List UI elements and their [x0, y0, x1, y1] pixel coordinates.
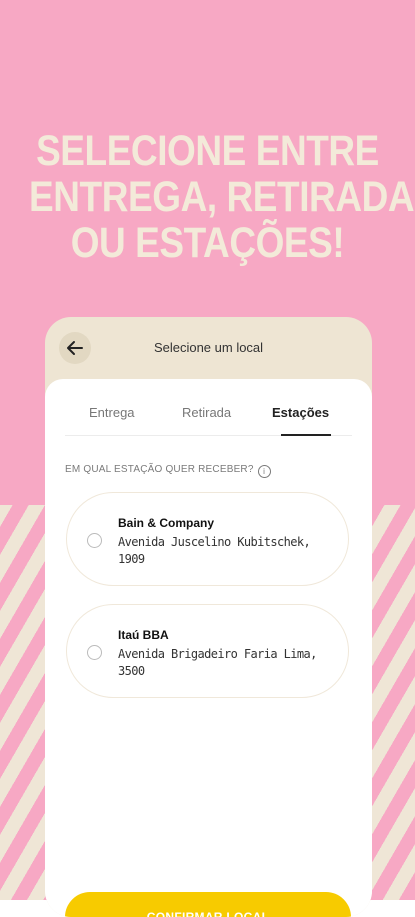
station-name: Itaú BBA: [118, 628, 169, 642]
screen-header: Selecione um local: [45, 317, 372, 379]
radio-button[interactable]: [87, 533, 102, 548]
address-line-2: 3500: [118, 664, 145, 678]
promo-headline: SELECIONE ENTRE ENTREGA, RETIRADA OU EST…: [29, 127, 415, 267]
headline-line-1: SELECIONE ENTRE: [36, 127, 379, 175]
headline-line-3: OU ESTAÇÕES!: [70, 219, 345, 267]
station-address: Avenida Brigadeiro Faria Lima, 3500: [118, 646, 318, 680]
headline-line-2: ENTREGA, RETIRADA: [29, 173, 415, 221]
confirm-location-button[interactable]: CONFIRMAR LOCAL: [65, 892, 351, 917]
screen-title: Selecione um local: [153, 340, 264, 355]
location-card: Entrega Retirada Estações EM QUAL ESTAÇÃ…: [45, 379, 372, 917]
station-name: Bain & Company: [118, 516, 215, 530]
phone-screen: Selecione um local Entrega Retirada Esta…: [45, 317, 372, 917]
active-tab-indicator: [281, 434, 331, 436]
tab-entrega[interactable]: Entrega: [89, 405, 135, 420]
question-text: EM QUAL ESTAÇÃO QUER RECEBER?: [65, 464, 254, 475]
tab-bar: Entrega Retirada Estações: [65, 397, 352, 436]
address-line-2: 1909: [118, 552, 145, 566]
radio-button[interactable]: [87, 645, 102, 660]
address-line-1: Avenida Juscelino Kubitschek,: [118, 535, 311, 549]
station-option-bain[interactable]: Bain & Company Avenida Juscelino Kubitsc…: [66, 492, 349, 586]
station-question: EM QUAL ESTAÇÃO QUER RECEBER? i: [65, 464, 271, 478]
station-option-itau[interactable]: Itaú BBA Avenida Brigadeiro Faria Lima, …: [66, 604, 349, 698]
tab-retirada[interactable]: Retirada: [182, 405, 231, 420]
tab-estacoes[interactable]: Estações: [272, 405, 329, 420]
address-line-1: Avenida Brigadeiro Faria Lima,: [118, 647, 317, 661]
info-icon[interactable]: i: [257, 465, 271, 478]
station-address: Avenida Juscelino Kubitschek, 1909: [118, 534, 318, 568]
